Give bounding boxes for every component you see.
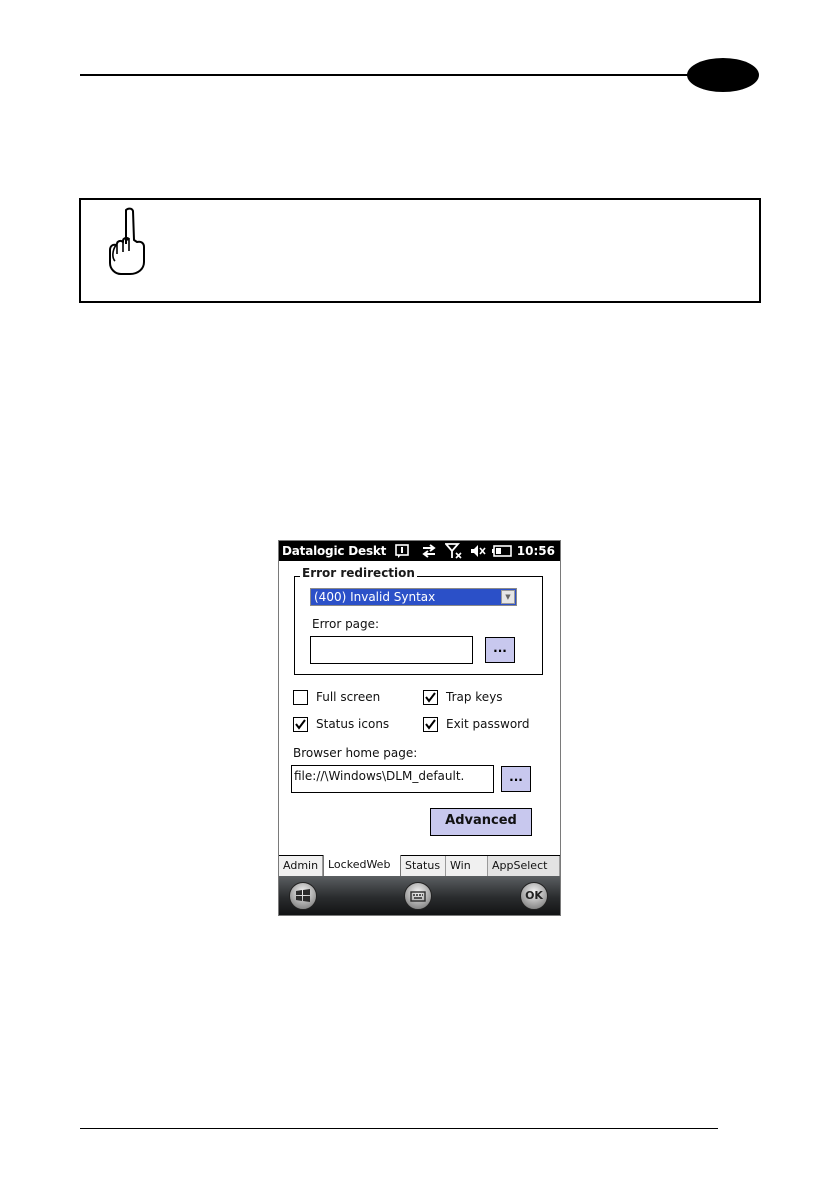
checkmark-icon bbox=[295, 719, 306, 730]
clock: 10:56 bbox=[516, 544, 555, 558]
keyboard-icon bbox=[410, 891, 426, 902]
note-box bbox=[79, 198, 761, 303]
device-screenshot: Datalogic Deskt 10:56 Error redirection bbox=[278, 540, 561, 916]
error-code-select[interactable]: (400) Invalid Syntax ▼ bbox=[310, 588, 517, 606]
start-button[interactable] bbox=[289, 882, 317, 910]
checkmark-icon bbox=[425, 692, 436, 703]
error-page-label: Error page: bbox=[312, 617, 380, 631]
tab-bar: Admin LockedWeb Status Win AppSelect bbox=[279, 855, 560, 877]
connectivity-arrows-icon[interactable] bbox=[420, 543, 438, 559]
error-redirection-title: Error redirection bbox=[300, 566, 417, 580]
keyboard-button[interactable] bbox=[404, 882, 432, 910]
app-title[interactable]: Datalogic Deskt bbox=[282, 544, 390, 558]
no-signal-icon[interactable] bbox=[445, 543, 463, 559]
notification-icon[interactable] bbox=[394, 543, 410, 559]
error-page-browse-button[interactable]: ... bbox=[485, 637, 515, 663]
tab-win[interactable]: Win bbox=[446, 856, 488, 876]
tab-appselect[interactable]: AppSelect bbox=[488, 856, 560, 876]
speaker-muted-icon[interactable] bbox=[469, 543, 487, 559]
home-page-browse-button[interactable]: ... bbox=[501, 766, 531, 792]
exit-password-checkbox[interactable] bbox=[423, 717, 438, 732]
header-rule bbox=[80, 74, 708, 76]
error-page-input[interactable] bbox=[310, 636, 473, 664]
lockedweb-panel: Error redirection (400) Invalid Syntax ▼… bbox=[279, 561, 560, 855]
full-screen-label: Full screen bbox=[316, 690, 381, 704]
home-page-input[interactable]: file://\Windows\DLM_default. bbox=[291, 765, 494, 793]
tab-lockedweb[interactable]: LockedWeb bbox=[323, 855, 401, 876]
status-icons-checkbox[interactable] bbox=[293, 717, 308, 732]
windows-start-icon bbox=[296, 889, 310, 902]
status-bar: Datalogic Deskt 10:56 bbox=[279, 541, 560, 561]
battery-icon[interactable] bbox=[491, 543, 513, 559]
tab-status[interactable]: Status bbox=[401, 856, 446, 876]
trap-keys-label: Trap keys bbox=[446, 690, 503, 704]
chevron-down-icon[interactable]: ▼ bbox=[501, 590, 515, 604]
status-icons-label: Status icons bbox=[316, 717, 390, 731]
checkmark-icon bbox=[425, 719, 436, 730]
soft-key-bar: OK bbox=[279, 876, 560, 915]
chapter-tab bbox=[687, 58, 759, 92]
pointing-hand-icon bbox=[109, 207, 145, 275]
ok-button[interactable]: OK bbox=[520, 882, 548, 910]
home-page-label: Browser home page: bbox=[293, 746, 418, 760]
trap-keys-checkbox[interactable] bbox=[423, 690, 438, 705]
full-screen-checkbox[interactable] bbox=[293, 690, 308, 705]
tab-admin[interactable]: Admin bbox=[279, 856, 323, 876]
advanced-button[interactable]: Advanced bbox=[430, 808, 532, 836]
footer-rule bbox=[80, 1128, 718, 1129]
exit-password-label: Exit password bbox=[446, 717, 530, 731]
error-code-selected-value: (400) Invalid Syntax bbox=[314, 590, 436, 604]
